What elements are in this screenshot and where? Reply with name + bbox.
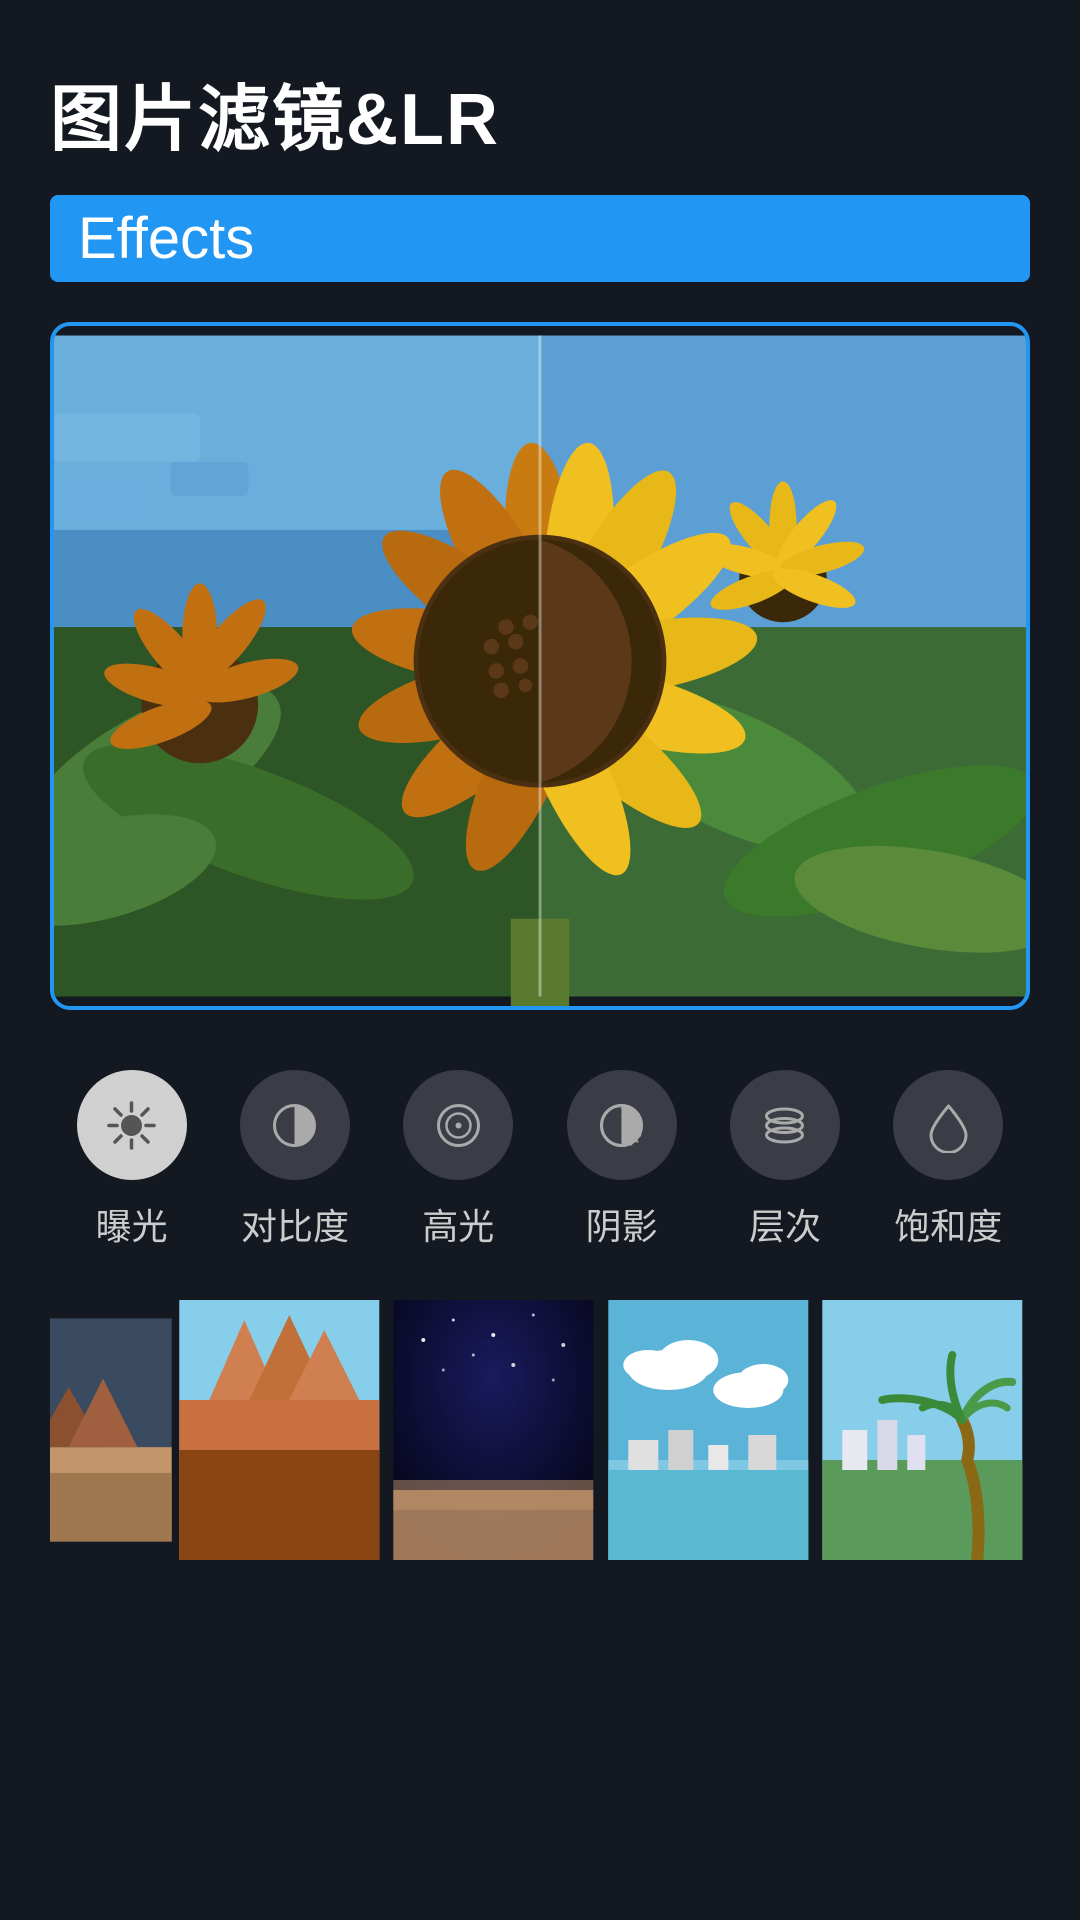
shadow-label: 阴影 bbox=[586, 1198, 658, 1250]
filter-1-preview bbox=[50, 1300, 172, 1560]
control-item-shadow[interactable]: 阴影 bbox=[567, 1070, 677, 1250]
sunflower-image bbox=[54, 326, 1026, 1006]
filter-thumb-4[interactable] bbox=[601, 1300, 816, 1560]
effects-badge[interactable]: Effects bbox=[50, 195, 1030, 282]
filter-thumb-5[interactable] bbox=[815, 1300, 1030, 1560]
control-item-exposure[interactable]: 曝光 bbox=[77, 1070, 187, 1250]
filter-3-preview bbox=[386, 1300, 601, 1560]
control-item-saturation[interactable]: 饱和度 bbox=[893, 1070, 1003, 1250]
app-title: 图片滤镜&LR bbox=[50, 60, 1030, 165]
shadow-button[interactable] bbox=[567, 1070, 677, 1180]
highlight-label: 高光 bbox=[422, 1198, 494, 1250]
contrast-button[interactable] bbox=[240, 1070, 350, 1180]
control-item-layers[interactable]: 层次 bbox=[730, 1070, 840, 1250]
contrast-label: 对比度 bbox=[241, 1198, 349, 1250]
filter-2-preview bbox=[172, 1300, 387, 1560]
controls-row: 曝光 对比度 bbox=[50, 1070, 1030, 1250]
exposure-label: 曝光 bbox=[96, 1198, 168, 1250]
filter-thumb-1[interactable] bbox=[50, 1300, 172, 1560]
control-item-contrast[interactable]: 对比度 bbox=[240, 1070, 350, 1250]
image-preview-container bbox=[50, 322, 1030, 1010]
highlight-button[interactable] bbox=[403, 1070, 513, 1180]
saturation-label: 饱和度 bbox=[894, 1198, 1002, 1250]
control-item-highlight[interactable]: 高光 bbox=[403, 1070, 513, 1250]
image-preview[interactable] bbox=[54, 326, 1026, 1006]
filter-row bbox=[50, 1300, 1030, 1920]
controls-section: 曝光 对比度 bbox=[50, 1070, 1030, 1250]
saturation-button[interactable] bbox=[893, 1070, 1003, 1180]
filter-thumb-3[interactable] bbox=[386, 1300, 601, 1560]
filter-4-preview bbox=[601, 1300, 816, 1560]
layers-label: 层次 bbox=[749, 1198, 821, 1250]
contrast-icon bbox=[267, 1098, 322, 1153]
layers-button[interactable] bbox=[730, 1070, 840, 1180]
filter-thumb-2[interactable] bbox=[172, 1300, 387, 1560]
droplet-icon bbox=[921, 1098, 976, 1153]
sun-icon bbox=[104, 1098, 159, 1153]
app-container: 图片滤镜&LR Effects bbox=[0, 0, 1080, 1920]
shadow-icon bbox=[594, 1098, 649, 1153]
filter-5-preview bbox=[815, 1300, 1030, 1560]
highlight-icon bbox=[431, 1098, 486, 1153]
exposure-button[interactable] bbox=[77, 1070, 187, 1180]
layers-icon bbox=[757, 1098, 812, 1153]
